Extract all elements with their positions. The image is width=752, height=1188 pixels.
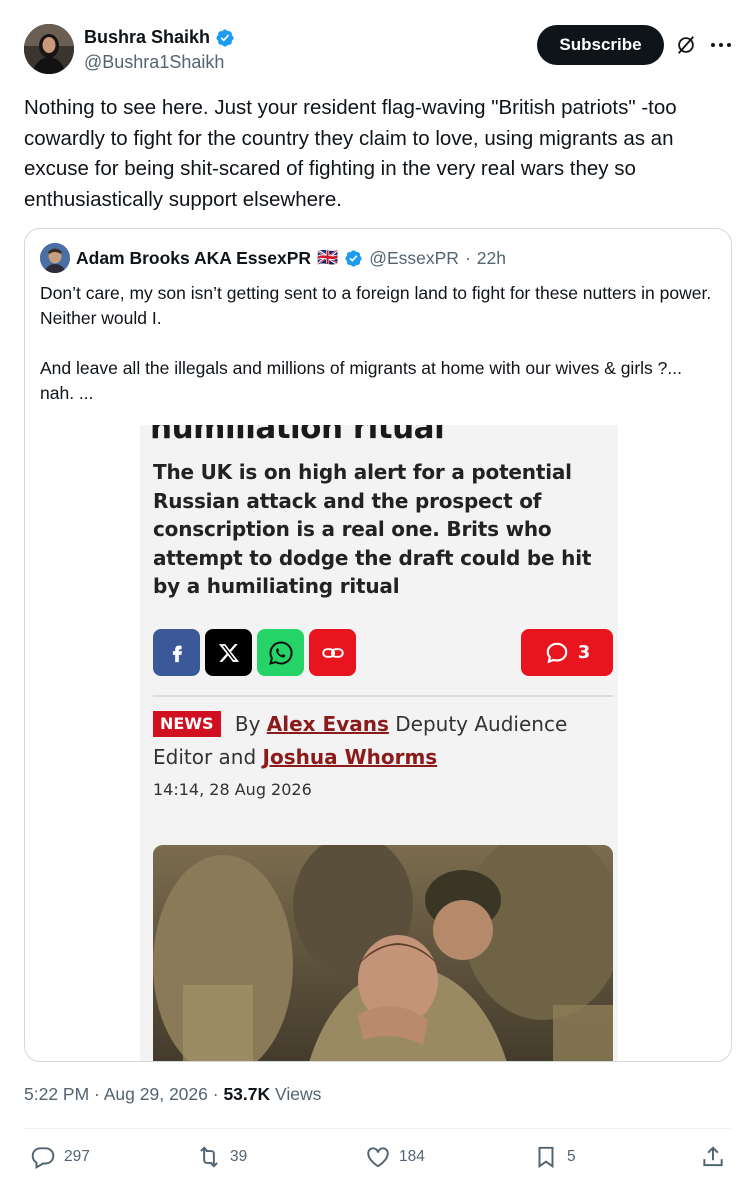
- grok-icon[interactable]: [675, 34, 697, 56]
- facebook-icon: [172, 645, 182, 662]
- article-screenshot[interactable]: humiliation ritual The UK is on high ale…: [140, 425, 618, 1061]
- quote-header: Adam Brooks AKA EssexPR 🇬🇧 @EssexPR · 22…: [40, 243, 506, 273]
- whatsapp-icon: [268, 641, 293, 665]
- uk-flag-icon: 🇬🇧: [317, 248, 339, 267]
- article-divider: [153, 695, 613, 697]
- article-subheadline: The UK is on high alert for a potential …: [153, 460, 592, 598]
- author-handle[interactable]: @Bushra1Shaikh: [84, 52, 224, 73]
- repost-button[interactable]: 39: [196, 1144, 247, 1170]
- copy-link-button: [309, 629, 356, 676]
- verified-badge-icon: [345, 249, 362, 267]
- reply-button[interactable]: 297: [30, 1144, 90, 1170]
- article-headline: humiliation ritual: [150, 425, 445, 446]
- share-button[interactable]: [700, 1144, 726, 1170]
- quoted-tweet[interactable]: Adam Brooks AKA EssexPR 🇬🇧 @EssexPR · 22…: [24, 228, 732, 1062]
- reply-icon: [31, 1147, 55, 1169]
- article-author-link: Alex Evans: [266, 712, 389, 736]
- x-share-button: [205, 629, 252, 676]
- more-options-icon[interactable]: [708, 34, 734, 56]
- article-author-link: Joshua Whorms: [262, 745, 438, 769]
- soldiers-photo: [153, 845, 613, 1061]
- quote-author-handle[interactable]: @EssexPR: [369, 248, 459, 269]
- comment-count: 3: [577, 642, 591, 663]
- like-button[interactable]: 184: [365, 1144, 425, 1170]
- author-name[interactable]: Bushra Shaikh: [84, 27, 210, 48]
- repost-icon: [200, 1146, 218, 1168]
- subscribe-button[interactable]: Subscribe: [537, 25, 664, 65]
- comments-button: 3: [521, 629, 613, 676]
- quote-text: Don’t care, my son isn’t getting sent to…: [40, 281, 720, 431]
- repost-count: 39: [230, 1148, 248, 1165]
- like-count: 184: [399, 1148, 425, 1165]
- author-avatar[interactable]: [24, 24, 74, 74]
- bookmark-button[interactable]: 5: [533, 1144, 576, 1170]
- x-logo-icon: [218, 643, 239, 662]
- link-icon: [321, 647, 344, 658]
- quote-author-avatar[interactable]: [40, 243, 70, 273]
- tweet-timestamp[interactable]: 5:22 PM · Aug 29, 2026 ·: [24, 1084, 219, 1104]
- action-bar: 297 39 184 5: [30, 1144, 730, 1174]
- byline-by: By: [234, 712, 261, 736]
- news-badge: NEWS: [153, 711, 221, 737]
- reply-count: 297: [64, 1148, 90, 1165]
- tweet-text: Nothing to see here. Just your resident …: [24, 96, 677, 211]
- dot-separator: ·: [464, 247, 471, 268]
- views-label: Views: [275, 1084, 322, 1104]
- heart-icon: [367, 1147, 389, 1168]
- facebook-share-button: [153, 629, 200, 676]
- whatsapp-share-button: [257, 629, 304, 676]
- article-date: 14:14, 28 Aug 2026: [153, 780, 312, 799]
- quote-text-paragraph: And leave all the illegals and millions …: [40, 358, 682, 403]
- quote-timestamp[interactable]: 22h: [477, 248, 506, 269]
- tweet-meta: 5:22 PM · Aug 29, 2026 · 53.7K Views: [24, 1084, 321, 1105]
- meta-divider: [24, 1128, 732, 1129]
- views-count: 53.7K: [223, 1084, 271, 1104]
- tweet-header: Bushra Shaikh @Bushra1Shaikh Subscribe: [24, 24, 736, 76]
- comment-bubble-icon: [546, 642, 568, 663]
- bookmark-icon: [538, 1146, 554, 1169]
- quote-text-paragraph: Don’t care, my son isn’t getting sent to…: [40, 283, 712, 328]
- bookmark-count: 5: [567, 1148, 576, 1165]
- verified-badge-icon: [216, 28, 234, 47]
- share-icon: [703, 1146, 723, 1167]
- article-byline: NEWS By Alex Evans Deputy Audience Edito…: [153, 708, 613, 774]
- quote-author-name[interactable]: Adam Brooks AKA EssexPR: [76, 248, 311, 269]
